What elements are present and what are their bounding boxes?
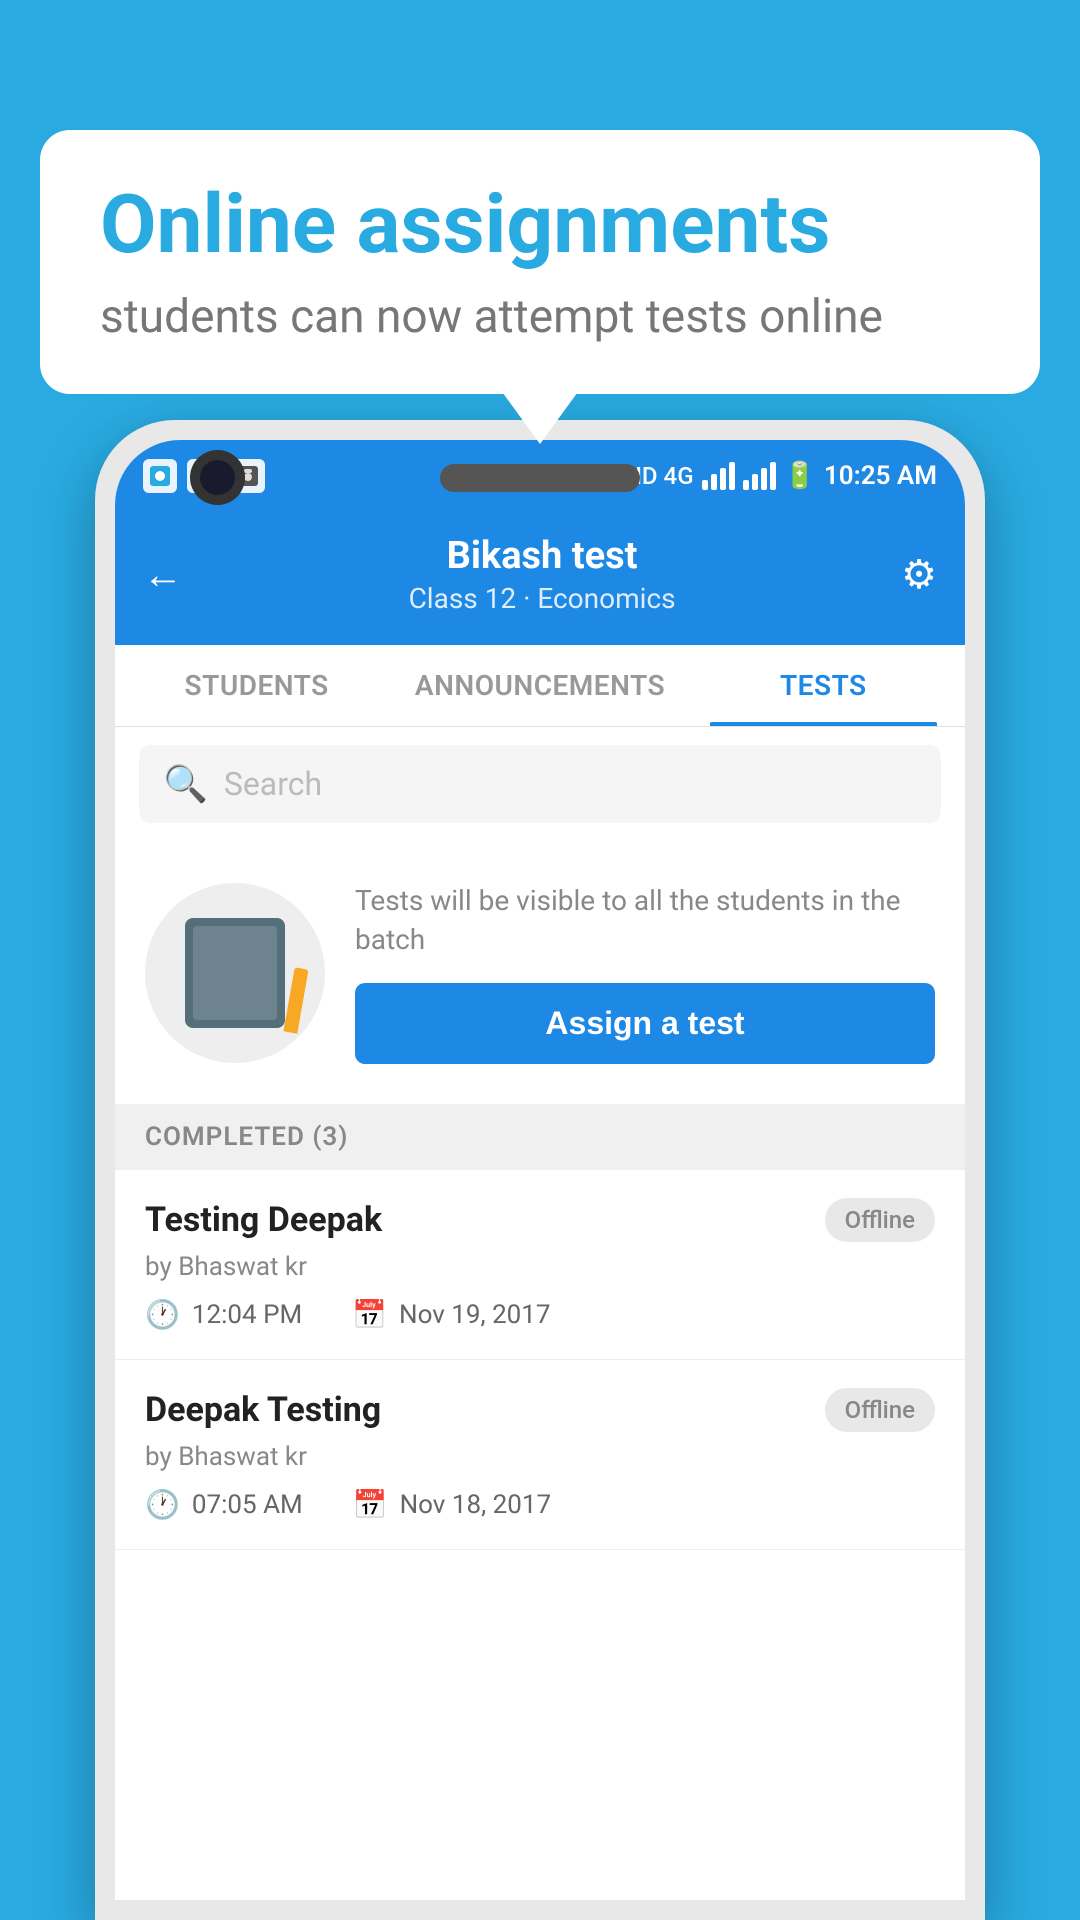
app-bar: ← Bikash test Class 12 · Economics ⚙ — [115, 512, 965, 645]
test-name: Testing Deepak — [145, 1200, 382, 1240]
phone-frame: ✳ HD 4G 🔋 10:25 AM ← — [95, 420, 985, 1920]
status-icons-right: ✳ HD 4G 🔋 10:25 AM — [595, 461, 937, 491]
phone-screen: ✳ HD 4G 🔋 10:25 AM ← — [115, 440, 965, 1900]
meta-date: 📅 Nov 19, 2017 — [352, 1298, 550, 1331]
tab-announcements[interactable]: ANNOUNCEMENTS — [398, 645, 681, 726]
test-item-header: Testing Deepak Offline — [145, 1198, 935, 1242]
phone-camera-lens — [200, 460, 235, 495]
signal-bars-2 — [743, 462, 776, 490]
assign-section: Tests will be visible to all the student… — [115, 841, 965, 1104]
test-time-2: 07:05 AM — [192, 1490, 303, 1520]
phone-camera — [190, 450, 245, 505]
test-author: by Bhaswat kr — [145, 1252, 935, 1282]
meta-time: 🕐 12:04 PM — [145, 1298, 302, 1331]
battery-icon: 🔋 — [784, 461, 816, 491]
speech-bubble-container: Online assignments students can now atte… — [40, 130, 1040, 394]
tab-tests[interactable]: TESTS — [682, 645, 965, 726]
test-meta-2: 🕐 07:05 AM 📅 Nov 18, 2017 — [145, 1488, 935, 1521]
search-container: 🔍 Search — [115, 727, 965, 841]
search-icon: 🔍 — [163, 763, 208, 805]
test-date-2: Nov 18, 2017 — [400, 1490, 551, 1520]
clock-icon-2: 🕐 — [145, 1488, 180, 1521]
speech-bubble: Online assignments students can now atte… — [40, 130, 1040, 394]
signal-bars — [702, 462, 735, 490]
test-meta: 🕐 12:04 PM 📅 Nov 19, 2017 — [145, 1298, 935, 1331]
notebook-wrap — [185, 918, 285, 1028]
test-time: 12:04 PM — [192, 1300, 302, 1330]
test-date: Nov 19, 2017 — [399, 1300, 550, 1330]
clock-icon: 🕐 — [145, 1298, 180, 1331]
test-author-2: by Bhaswat kr — [145, 1442, 935, 1472]
calendar-icon-2: 📅 — [353, 1488, 388, 1521]
test-item-header-2: Deepak Testing Offline — [145, 1388, 935, 1432]
test-name-2: Deepak Testing — [145, 1390, 381, 1430]
notebook-icon — [185, 918, 285, 1028]
meta-time-2: 🕐 07:05 AM — [145, 1488, 303, 1521]
assign-right: Tests will be visible to all the student… — [355, 881, 935, 1064]
assign-test-button[interactable]: Assign a test — [355, 983, 935, 1064]
back-button[interactable]: ← — [143, 551, 183, 598]
settings-button[interactable]: ⚙ — [901, 551, 937, 598]
search-bar[interactable]: 🔍 Search — [139, 745, 941, 823]
app-bar-title: Bikash test — [409, 534, 676, 578]
assign-illustration — [145, 883, 325, 1063]
phone-speaker — [440, 464, 640, 492]
tabs-bar: STUDENTS ANNOUNCEMENTS TESTS — [115, 645, 965, 727]
test-item-2[interactable]: Deepak Testing Offline by Bhaswat kr 🕐 0… — [115, 1360, 965, 1550]
app-bar-subtitle: Class 12 · Economics — [409, 582, 676, 615]
status-badge: Offline — [825, 1198, 935, 1242]
status-badge-2: Offline — [825, 1388, 935, 1432]
completed-label: COMPLETED (3) — [145, 1122, 348, 1152]
bubble-title: Online assignments — [100, 180, 980, 270]
status-icon-app1 — [143, 459, 177, 493]
tab-students[interactable]: STUDENTS — [115, 645, 398, 726]
time-display: 10:25 AM — [824, 461, 937, 491]
search-placeholder: Search — [224, 765, 322, 803]
completed-section-header: COMPLETED (3) — [115, 1104, 965, 1170]
calendar-icon: 📅 — [352, 1298, 387, 1331]
pencil-icon — [283, 967, 308, 1033]
assign-description: Tests will be visible to all the student… — [355, 881, 935, 959]
bubble-subtitle: students can now attempt tests online — [100, 290, 980, 344]
test-item[interactable]: Testing Deepak Offline by Bhaswat kr 🕐 1… — [115, 1170, 965, 1360]
app-bar-center: Bikash test Class 12 · Economics — [409, 534, 676, 615]
meta-date-2: 📅 Nov 18, 2017 — [353, 1488, 551, 1521]
